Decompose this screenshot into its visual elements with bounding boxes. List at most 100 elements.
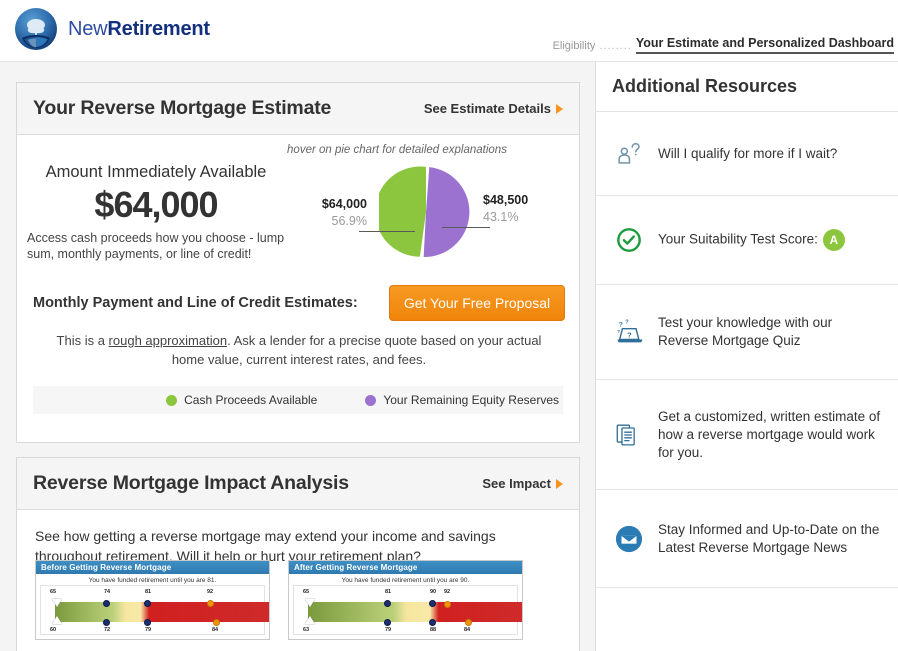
- resource-item-written-estimate[interactable]: Get a customized, written estimate of ho…: [596, 380, 898, 490]
- impact-title: Reverse Mortgage Impact Analysis: [33, 472, 349, 495]
- marker-navy-bottom-1: [384, 619, 391, 626]
- estimate-card-header: Your Reverse Mortgage Estimate See Estim…: [17, 83, 579, 135]
- tick-top-0: 65: [50, 589, 56, 595]
- check-circle-icon: [612, 227, 646, 253]
- mini-chart-after-bar: [308, 602, 522, 622]
- legend-dot-green-icon: [166, 395, 177, 406]
- mini-chart-after-header: After Getting Reverse Mortgage: [289, 561, 522, 574]
- mini-chart-before-subtitle: You have funded retirement until you are…: [36, 574, 269, 585]
- quiz-laptop-icon: ? ? ? ?: [612, 317, 646, 347]
- estimate-card: Your Reverse Mortgage Estimate See Estim…: [16, 82, 580, 443]
- mini-chart-after-subtitle: You have funded retirement until you are…: [289, 574, 522, 585]
- additional-resources-title: Additional Resources: [612, 76, 797, 97]
- tick-bottom-1: 72: [104, 627, 110, 633]
- pie-legend: Cash Proceeds Available Your Remaining E…: [33, 386, 563, 414]
- approximation-note: This is a rough approximation. Ask a len…: [43, 331, 555, 369]
- pie-label-purple: $48,500 43.1%: [483, 193, 573, 224]
- resource-item-news[interactable]: Stay Informed and Up-to-Date on the Late…: [596, 490, 898, 588]
- tick-top-3: 92: [444, 589, 450, 595]
- resource-label-quiz: Test your knowledge with our Reverse Mor…: [658, 314, 884, 350]
- resource-label-qualify-more: Will I qualify for more if I wait?: [658, 145, 837, 163]
- marker-navy-bottom-2: [429, 619, 436, 626]
- mini-chart-before-header: Before Getting Reverse Mortgage: [36, 561, 269, 574]
- person-question-icon: [612, 139, 646, 169]
- mini-chart-before-bar: [55, 602, 269, 622]
- rough-approximation-link[interactable]: rough approximation: [109, 333, 228, 348]
- tick-bottom-0: 63: [303, 627, 309, 633]
- see-impact-label: See Impact: [482, 476, 551, 491]
- tick-bottom-3: 84: [212, 627, 218, 633]
- mini-chart-after[interactable]: After Getting Reverse Mortgage You have …: [288, 560, 523, 640]
- brand-first: New: [68, 18, 107, 40]
- marker-navy-bottom-1: [103, 619, 110, 626]
- resource-item-quiz[interactable]: ? ? ? ? Test your knowledge with our Rev…: [596, 285, 898, 380]
- impact-card-header: Reverse Mortgage Impact Analysis See Imp…: [17, 458, 579, 510]
- pie-chart[interactable]: [379, 165, 473, 259]
- suitability-score-text: Your Suitability Test Score:: [658, 232, 818, 247]
- tick-top-1: 74: [104, 589, 110, 595]
- brand-logo[interactable]: NewRetirement: [14, 7, 210, 51]
- pie-leader-line-left: [359, 231, 415, 232]
- legend-label-equity-reserves: Your Remaining Equity Reserves: [383, 393, 559, 407]
- breadcrumb-previous[interactable]: Eligibility: [553, 40, 596, 54]
- see-estimate-details-link[interactable]: See Estimate Details: [424, 101, 563, 116]
- brand-wordmark: NewRetirement: [68, 18, 210, 41]
- see-estimate-details-label: See Estimate Details: [424, 101, 551, 116]
- chevron-right-icon: [556, 104, 563, 114]
- approximation-prefix: This is a: [57, 333, 109, 348]
- tick-top-1: 81: [385, 589, 391, 595]
- envelope-circle-icon: [612, 525, 646, 553]
- page-header: NewRetirement Eligibility ........ Your …: [0, 0, 898, 62]
- tick-bottom-0: 60: [50, 627, 56, 633]
- pie-label-green: $64,000 56.9%: [287, 197, 367, 228]
- legend-dot-purple-icon: [365, 395, 376, 406]
- main-column: Your Reverse Mortgage Estimate See Estim…: [0, 62, 596, 651]
- chevron-right-icon: [556, 479, 563, 489]
- estimate-title: Your Reverse Mortgage Estimate: [33, 97, 331, 120]
- marker-orange-top: [207, 600, 214, 607]
- breadcrumb-dots: ........: [595, 40, 635, 54]
- monthly-estimates-label: Monthly Payment and Line of Credit Estim…: [33, 295, 358, 311]
- legend-item-cash-proceeds: Cash Proceeds Available: [166, 393, 317, 407]
- marker-start-top-icon: [305, 599, 315, 607]
- marker-navy-bottom-2: [144, 619, 151, 626]
- amount-label: Amount Immediately Available: [27, 163, 285, 182]
- tick-top-2: 81: [145, 589, 151, 595]
- marker-orange-bottom: [213, 619, 220, 626]
- approximation-suffix: . Ask a lender for a precise quote based…: [172, 333, 542, 367]
- resource-item-suitability-score[interactable]: Your Suitability Test Score:A: [596, 196, 898, 285]
- additional-resources-header: Additional Resources: [596, 62, 898, 112]
- svg-text:?: ?: [619, 321, 623, 328]
- marker-start-bottom-icon: [52, 616, 62, 624]
- see-impact-link[interactable]: See Impact: [482, 476, 563, 491]
- marker-orange-bottom: [465, 619, 472, 626]
- resource-label-news: Stay Informed and Up-to-Date on the Late…: [658, 521, 884, 557]
- breadcrumb-current: Your Estimate and Personalized Dashboard: [636, 36, 894, 54]
- additional-resources-sidebar: Additional Resources Will I qualify for …: [596, 62, 898, 651]
- svg-text:?: ?: [617, 329, 620, 334]
- marker-orange-top: [444, 601, 451, 608]
- legend-label-cash-proceeds: Cash Proceeds Available: [184, 393, 317, 407]
- tick-bottom-2: 88: [430, 627, 436, 633]
- resource-label-written-estimate: Get a customized, written estimate of ho…: [658, 408, 884, 462]
- amount-block: Amount Immediately Available $64,000 Acc…: [27, 163, 285, 262]
- svg-text:?: ?: [627, 331, 632, 340]
- amount-description: Access cash proceeds how you choose - lu…: [27, 230, 285, 262]
- mini-chart-after-plot: 65 81 90 92 63 79 88 84: [293, 585, 518, 635]
- get-free-proposal-button[interactable]: Get Your Free Proposal: [389, 285, 565, 321]
- marker-navy-top-2: [144, 600, 151, 607]
- pie-label-purple-amount: $48,500: [483, 193, 573, 207]
- pie-label-green-percent: 56.9%: [287, 214, 367, 228]
- impact-body: See how getting a reverse mortgage may e…: [17, 510, 579, 566]
- resource-item-qualify-more[interactable]: Will I qualify for more if I wait?: [596, 112, 898, 196]
- pie-chart-area: $64,000 56.9% $48,500 43.1%: [287, 165, 577, 285]
- impact-card: Reverse Mortgage Impact Analysis See Imp…: [16, 457, 580, 651]
- mini-chart-before[interactable]: Before Getting Reverse Mortgage You have…: [35, 560, 270, 640]
- pie-label-purple-percent: 43.1%: [483, 210, 573, 224]
- mini-chart-before-plot: 65 74 81 92 60 72 79 84: [40, 585, 265, 635]
- documents-icon: [612, 420, 646, 450]
- pie-label-green-amount: $64,000: [287, 197, 367, 211]
- tick-top-2: 90: [430, 589, 436, 595]
- monthly-estimates-row: Monthly Payment and Line of Credit Estim…: [33, 283, 565, 323]
- marker-navy-top-1: [103, 600, 110, 607]
